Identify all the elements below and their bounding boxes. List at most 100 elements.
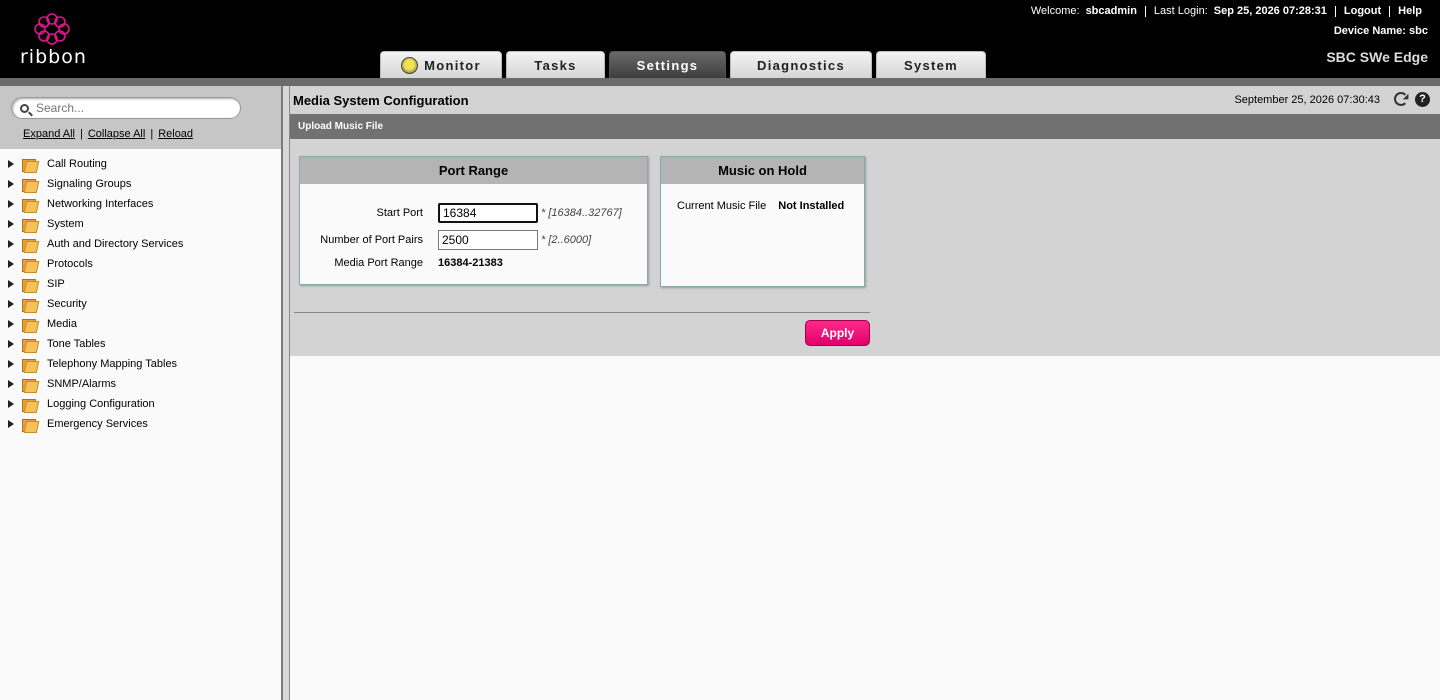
expand-arrow-icon[interactable] [8, 220, 14, 228]
device-name: Device Name: sbc [1334, 25, 1428, 37]
separator: | [79, 128, 83, 140]
tab-monitor[interactable]: Monitor [380, 51, 502, 78]
app-header: ribbon Welcome: sbcadmin Last Login: Sep… [0, 0, 1440, 78]
sidebar-item-label: Telephony Mapping Tables [47, 358, 178, 370]
sidebar-item-call-routing[interactable]: Call Routing [0, 154, 281, 174]
header-strip [0, 78, 1440, 86]
expand-all-link[interactable]: Expand All [23, 128, 75, 140]
folder-icon [22, 398, 37, 412]
expand-arrow-icon[interactable] [8, 260, 14, 268]
sidebar-item-telephony-mapping-tables[interactable]: Telephony Mapping Tables [0, 354, 281, 374]
folder-icon [22, 338, 37, 352]
tab-settings[interactable]: Settings [609, 51, 726, 78]
reload-link[interactable]: Reload [158, 128, 193, 140]
sidebar-item-auth-and-directory-services[interactable]: Auth and Directory Services [0, 234, 281, 254]
sidebar-item-security[interactable]: Security [0, 294, 281, 314]
folder-icon [22, 198, 37, 212]
main-panel: Media System Configuration September 25,… [290, 86, 1440, 700]
music-on-hold-heading: Music on Hold [661, 157, 864, 184]
sidebar-item-emergency-services[interactable]: Emergency Services [0, 414, 281, 434]
tab-tasks[interactable]: Tasks [506, 51, 605, 78]
folder-icon [22, 178, 37, 192]
port-pairs-label: Number of Port Pairs [320, 234, 423, 246]
sidebar-item-sip[interactable]: SIP [0, 274, 281, 294]
port-range-panel: Port Range Start Port * [16384..32767] N… [299, 156, 648, 285]
folder-icon [22, 218, 37, 232]
expand-arrow-icon[interactable] [8, 320, 14, 328]
tab-diagnostics[interactable]: Diagnostics [730, 51, 872, 78]
folder-icon [22, 418, 37, 432]
sidebar-item-label: SNMP/Alarms [47, 378, 117, 390]
welcome-label: Welcome: [1030, 5, 1080, 17]
folder-icon [22, 378, 37, 392]
tab-system[interactable]: System [876, 51, 986, 78]
tab-label: Settings [636, 57, 699, 73]
port-pairs-hint: * [2..6000] [541, 234, 592, 246]
current-music-label: Current Music File [677, 200, 767, 212]
sidebar-item-protocols[interactable]: Protocols [0, 254, 281, 274]
sidebar-item-media[interactable]: Media [0, 314, 281, 334]
start-port-hint: * [16384..32767] [541, 207, 622, 219]
logout-link[interactable]: Logout [1338, 5, 1387, 17]
sidebar-item-label: Auth and Directory Services [47, 238, 184, 250]
start-port-input[interactable] [438, 203, 538, 223]
sidebar-item-label: Logging Configuration [47, 398, 155, 410]
search-input[interactable] [36, 100, 236, 116]
sidebar-item-label: Media [47, 318, 77, 330]
help-icon[interactable]: ? [1415, 92, 1430, 107]
expand-arrow-icon[interactable] [8, 280, 14, 288]
sidebar-item-snmp-alarms[interactable]: SNMP/Alarms [0, 374, 281, 394]
sidebar-toolbar: Expand All | Collapse All | Reload [0, 86, 281, 149]
separator: | [150, 128, 154, 140]
port-range-heading: Port Range [300, 157, 647, 184]
sidebar-item-tone-tables[interactable]: Tone Tables [0, 334, 281, 354]
sidebar-item-label: Security [47, 298, 87, 310]
current-music-row: Current Music File Not Installed [677, 200, 844, 212]
expand-arrow-icon[interactable] [8, 300, 14, 308]
config-content: Port Range Start Port * [16384..32767] N… [290, 139, 1440, 356]
expand-arrow-icon[interactable] [8, 380, 14, 388]
sidebar-item-label: SIP [47, 278, 65, 290]
folder-icon [22, 358, 37, 372]
separator [1334, 5, 1336, 17]
separator [1144, 5, 1146, 17]
expand-arrow-icon[interactable] [8, 180, 14, 188]
collapse-all-link[interactable]: Collapse All [88, 128, 145, 140]
expand-arrow-icon[interactable] [8, 360, 14, 368]
splitter[interactable] [281, 86, 290, 700]
nav-tree: Call Routing Signaling Groups Networking I… [0, 149, 281, 434]
expand-arrow-icon[interactable] [8, 240, 14, 248]
sidebar-item-system[interactable]: System [0, 214, 281, 234]
start-port-label: Start Port [376, 207, 423, 219]
form-divider [294, 312, 870, 313]
expand-arrow-icon[interactable] [8, 160, 14, 168]
expand-arrow-icon[interactable] [8, 400, 14, 408]
refresh-icon[interactable] [1394, 92, 1408, 106]
port-pairs-row: Number of Port Pairs * [2..6000] [300, 230, 591, 250]
music-on-hold-panel: Music on Hold Current Music File Not Ins… [660, 156, 865, 287]
expand-arrow-icon[interactable] [8, 340, 14, 348]
sidebar-item-label: Networking Interfaces [47, 198, 154, 210]
tab-label: Diagnostics [757, 57, 845, 73]
expand-arrow-icon[interactable] [8, 420, 14, 428]
sidebar-item-label: Signaling Groups [47, 178, 132, 190]
media-range-value: 16384-21383 [438, 257, 503, 269]
sidebar-item-signaling-groups[interactable]: Signaling Groups [0, 174, 281, 194]
upload-music-file-link[interactable]: Upload Music File [298, 121, 383, 132]
page-title: Media System Configuration [293, 93, 469, 108]
expand-arrow-icon[interactable] [8, 200, 14, 208]
username: sbcadmin [1085, 5, 1137, 17]
user-bar: Welcome: sbcadmin Last Login: Sep 25, 20… [1025, 5, 1428, 17]
start-port-row: Start Port * [16384..32767] [300, 203, 622, 223]
separator [1389, 5, 1391, 17]
sidebar-item-label: Tone Tables [47, 338, 106, 350]
sidebar-item-logging-configuration[interactable]: Logging Configuration [0, 394, 281, 414]
search-box[interactable] [11, 97, 241, 119]
folder-icon [22, 238, 37, 252]
port-pairs-input[interactable] [438, 230, 538, 250]
apply-button[interactable]: Apply [805, 320, 870, 346]
help-link[interactable]: Help [1392, 5, 1428, 17]
sidebar-item-networking-interfaces[interactable]: Networking Interfaces [0, 194, 281, 214]
monitor-status-icon [401, 56, 419, 74]
device-name-value: sbc [1409, 25, 1428, 37]
